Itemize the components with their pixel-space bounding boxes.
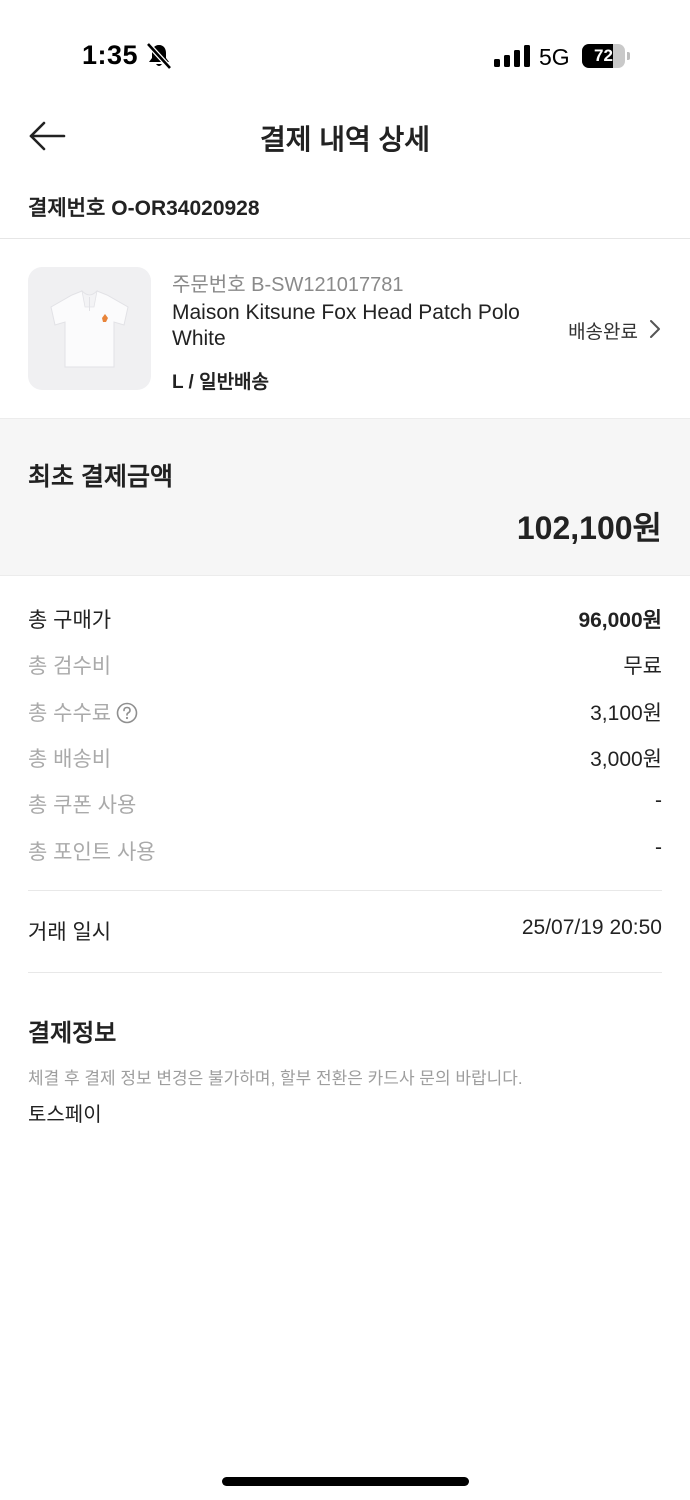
product-name: Maison Kitsune Fox Head Patch Polo White: [172, 301, 520, 350]
status-time: 1:35: [82, 40, 139, 70]
breakdown-row-coupon: 총 쿠폰 사용 -: [28, 789, 662, 821]
breakdown-value: -: [655, 836, 662, 859]
payment-info-title: 결제정보: [28, 1020, 117, 1047]
initial-payment-label: 최초 결제금액: [28, 463, 173, 491]
payment-number-label: 결제번호: [28, 197, 106, 220]
question-circle-icon[interactable]: [116, 702, 138, 724]
initial-payment-section: 최초 결제금액 102,100원: [0, 418, 690, 576]
transaction-label: 거래 일시: [28, 921, 112, 944]
breakdown-row-points: 총 포인트 사용 -: [28, 836, 662, 868]
signal-icon: [494, 45, 530, 67]
breakdown-row-fee: 총 수수료 3,100원: [28, 697, 662, 729]
battery-icon: 72: [582, 44, 630, 68]
page-title: 결제 내역 상세: [259, 124, 431, 155]
payment-number-value: O-OR34020928: [111, 197, 260, 220]
delivery-status[interactable]: 배송완료: [568, 317, 638, 344]
transaction-value: 25/07/19 20:50: [521, 916, 662, 939]
battery-percent: 72: [594, 46, 613, 65]
breakdown-value: 96,000원: [578, 609, 662, 632]
breakdown-label: 총 검수비: [28, 655, 112, 678]
bell-slash-icon: [146, 42, 172, 70]
nav-header: 결제 내역 상세: [0, 100, 690, 170]
network-label: 5G: [539, 44, 570, 70]
product-image: [28, 267, 151, 390]
order-number: 주문번호 B-SW121017781: [172, 274, 404, 296]
polo-shirt-icon: [50, 289, 129, 368]
breakdown-row-shipping: 총 배송비 3,000원: [28, 743, 662, 775]
payment-info-notice: 체결 후 결제 정보 변경은 불가하며, 할부 전환은 카드사 문의 바랍니다.: [28, 1069, 523, 1088]
breakdown-label: 총 수수료: [28, 702, 112, 725]
home-indicator[interactable]: [222, 1477, 469, 1486]
status-bar: 1:35 5G 72: [0, 0, 690, 100]
breakdown-label: 총 구매가: [28, 609, 112, 632]
initial-payment-amount: 102,100원: [516, 510, 662, 546]
chevron-right-icon[interactable]: [648, 318, 662, 340]
breakdown-value: 무료: [623, 655, 662, 678]
divider: [28, 972, 662, 973]
breakdown-row-inspection: 총 검수비 무료: [28, 650, 662, 682]
payment-number: 결제번호 O-OR34020928: [28, 192, 260, 222]
breakdown-value: -: [655, 789, 662, 812]
breakdown-label: 총 배송비: [28, 748, 112, 771]
divider: [0, 238, 690, 239]
breakdown-value: 3,000원: [590, 748, 662, 771]
breakdown-value: 3,100원: [590, 702, 662, 725]
breakdown-label: 총 포인트 사용: [28, 841, 156, 864]
breakdown-row-purchase: 총 구매가 96,000원: [28, 604, 662, 636]
payment-method: 토스페이: [28, 1104, 102, 1126]
transaction-datetime-row: 거래 일시 25/07/19 20:50: [28, 916, 662, 948]
product-option: L / 일반배송: [172, 372, 270, 393]
breakdown-label: 총 쿠폰 사용: [28, 794, 137, 817]
divider: [28, 890, 662, 891]
product-card[interactable]: 주문번호 B-SW121017781 Maison Kitsune Fox He…: [0, 240, 690, 418]
